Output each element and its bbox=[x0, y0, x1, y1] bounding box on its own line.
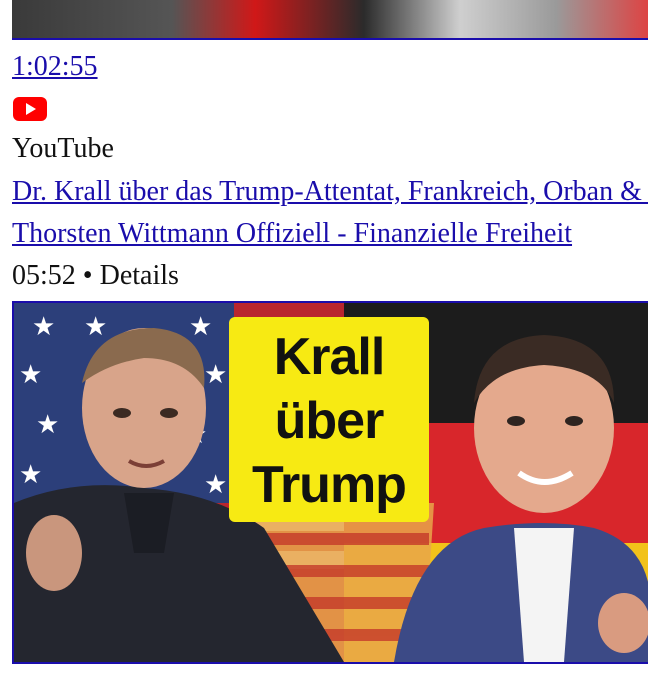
video-meta: 05:52 • Details bbox=[12, 259, 179, 293]
previous-video-duration-link[interactable]: 1:02:55 bbox=[12, 50, 98, 84]
svg-text:★: ★ bbox=[189, 312, 212, 342]
caption-line-1: Krall bbox=[273, 328, 386, 386]
svg-text:★: ★ bbox=[84, 312, 107, 342]
svg-text:★: ★ bbox=[32, 312, 55, 342]
previous-thumbnail-image bbox=[12, 0, 648, 38]
channel-link[interactable]: Thorsten Wittmann Offiziell - Finanziell… bbox=[12, 217, 572, 251]
previous-video-thumbnail[interactable] bbox=[12, 0, 648, 40]
svg-text:★: ★ bbox=[204, 360, 227, 390]
video-thumbnail[interactable]: ★ ★ ★ ★ ★ ★ ★ ★ ★ bbox=[12, 301, 648, 664]
caption-line-2: über bbox=[274, 392, 385, 450]
svg-text:★: ★ bbox=[19, 460, 42, 490]
svg-text:★: ★ bbox=[204, 470, 227, 500]
caption-line-3: Trump bbox=[252, 456, 407, 514]
svg-text:★: ★ bbox=[19, 360, 42, 390]
youtube-icon bbox=[13, 97, 47, 121]
thumbnail-caption: Krall über Trump bbox=[229, 317, 429, 522]
video-title-link[interactable]: Dr. Krall über das Trump-Attentat, Frank… bbox=[12, 175, 648, 209]
svg-text:★: ★ bbox=[36, 410, 59, 440]
details-link[interactable]: Details bbox=[100, 260, 179, 291]
source-label: YouTube bbox=[12, 133, 114, 164]
video-duration: 05:52 bbox=[12, 260, 76, 291]
meta-separator: • bbox=[82, 260, 93, 291]
search-results-page: 1:02:55 YouTube Dr. Krall über das Trump… bbox=[0, 0, 648, 676]
